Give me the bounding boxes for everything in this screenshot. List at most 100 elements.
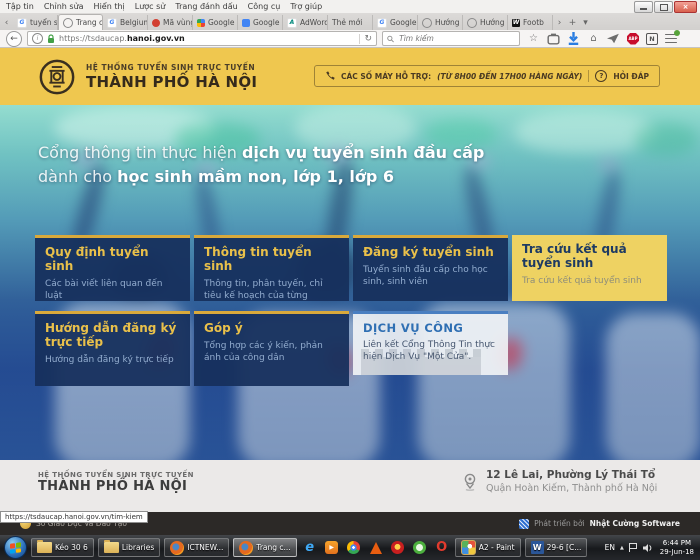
taskbar-chrome[interactable] <box>345 539 363 557</box>
internet-explorer-icon: e <box>305 540 314 555</box>
taskbar-firefox-ictnews[interactable]: ICTNEW... <box>164 538 229 557</box>
close-button[interactable]: × <box>674 1 697 13</box>
tab-huong-dan-1[interactable]: Hướng dẫ <box>418 15 463 30</box>
support-box: CÁC SỐ MÁY HỖ TRỢ: (TỪ 8H00 ĐẾN 17H00 HÀ… <box>314 65 660 87</box>
tab-tuyen-sinh[interactable]: Gtuyển sinh <box>13 15 58 30</box>
tab-huong-dan-2[interactable]: Hướng dẫ <box>463 15 508 30</box>
taskbar-ie[interactable]: e <box>301 539 319 557</box>
card-huong-dan[interactable]: Hướng dẫn đăng ký trực tiếp Hướng dẫn đă… <box>35 311 190 386</box>
globe-favicon <box>467 18 477 28</box>
taskbar-firefox-trangchu[interactable]: Trang c... <box>233 538 296 557</box>
site-brand-line2: THÀNH PHỐ HÀ NỘI <box>86 73 257 91</box>
tab-adwords[interactable]: AAdWords <box>283 15 328 30</box>
card-title: Góp ý <box>204 322 339 336</box>
taskbar-label: Trang c... <box>256 543 290 552</box>
maximize-button[interactable] <box>654 1 673 13</box>
tab-google-xu[interactable]: Google Xu <box>193 15 238 30</box>
url-bar[interactable]: i https://tsdaucap.hanoi.gov.vn ↻ <box>27 31 377 46</box>
menu-bookmarks[interactable]: Trang đánh dấu <box>175 2 237 11</box>
tab-label: Google Di <box>253 18 283 27</box>
taskbar-word[interactable]: W29-6 [C... <box>525 538 588 557</box>
bookmark-star-icon[interactable]: ☆ <box>527 32 540 45</box>
back-icon: ← <box>10 34 18 44</box>
globe-favicon <box>63 18 73 28</box>
chrome-icon <box>347 541 360 554</box>
taskbar-clock[interactable]: 6:44 PM 29-Jun-18 <box>658 539 696 557</box>
scroll-tabs-left-button[interactable]: ‹ <box>0 15 13 30</box>
download-icon[interactable] <box>567 32 580 45</box>
tray-expand-icon[interactable]: ▲ <box>620 545 624 551</box>
footer-brand-line2: THÀNH PHỐ HÀ NỘI <box>38 479 194 494</box>
close-icon: × <box>683 3 689 11</box>
minimize-button[interactable] <box>634 1 653 13</box>
hero-section: Cổng thông tin thực hiện dịch vụ tuyển s… <box>0 105 700 460</box>
coccoc-icon <box>413 541 426 554</box>
card-thong-tin[interactable]: Thông tin tuyển sinh Thông tin, phân tuy… <box>194 235 349 301</box>
menu-history[interactable]: Lược sử <box>135 2 166 11</box>
pocket-icon[interactable] <box>547 32 560 45</box>
home-icon[interactable]: ⌂ <box>587 32 600 45</box>
back-button[interactable]: ← <box>6 31 22 47</box>
new-tab-button[interactable]: + <box>566 15 579 30</box>
taskbar-red-app[interactable] <box>389 539 407 557</box>
taskbar-opera[interactable]: O <box>433 539 451 557</box>
hero-line1-normal: Cổng thông tin thực hiện <box>38 143 242 162</box>
tab-list-dropdown-button[interactable]: ▾ <box>579 15 592 30</box>
site-info-icon[interactable]: i <box>32 33 43 44</box>
tab-new[interactable]: Thẻ mới <box>328 15 373 30</box>
tab-ma-vung[interactable]: Mã vùng đ <box>148 15 193 30</box>
adblock-icon[interactable]: ABP <box>627 33 639 45</box>
scroll-tabs-right-button[interactable]: › <box>553 15 566 30</box>
start-button[interactable] <box>4 536 27 559</box>
menu-edit[interactable]: Chỉnh sửa <box>44 2 84 11</box>
faq-link[interactable]: HỎI ĐÁP <box>613 72 649 81</box>
tab-label: AdWords <box>300 18 328 27</box>
browser-menubar: Tập tin Chỉnh sửa Hiển thị Lược sử Trang… <box>0 0 700 13</box>
taskbar-folder-keo306[interactable]: Kéo 30 6 <box>31 538 94 557</box>
language-indicator[interactable]: EN <box>605 543 615 552</box>
tab-google-tin[interactable]: GGoogle Ti <box>373 15 418 30</box>
w-favicon: W <box>512 19 520 27</box>
card-tra-cuu[interactable]: Tra cứu kết quả tuyển sinh Tra cứu kết q… <box>512 235 667 301</box>
taskbar-media-player[interactable]: ▶ <box>323 539 341 557</box>
volume-icon[interactable] <box>643 543 653 553</box>
menu-file[interactable]: Tập tin <box>6 2 34 11</box>
n-extension-icon[interactable]: N <box>646 33 658 45</box>
google-trends-favicon <box>197 19 205 27</box>
opera-icon: O <box>436 540 447 555</box>
menu-view[interactable]: Hiển thị <box>94 2 125 11</box>
card-dang-ky[interactable]: Đăng ký tuyển sinh Tuyển sinh đầu cấp ch… <box>353 235 508 301</box>
developer-credit[interactable]: Phát triển bởi Nhật Cường Software <box>519 519 680 529</box>
card-gop-y[interactable]: Góp ý Tổng hợp các ý kiến, phản ánh của … <box>194 311 349 386</box>
taskbar-paint[interactable]: A2 - Paint <box>455 538 521 557</box>
taskbar-coccoc[interactable] <box>411 539 429 557</box>
card-subtitle: Tổng hợp các ý kiến, phản ánh của công d… <box>204 340 339 364</box>
red-app-icon <box>391 541 404 554</box>
site-brand[interactable]: HỆ THỐNG TUYỂN SINH TRỰC TUYẾN THÀNH PHỐ… <box>86 63 257 91</box>
taskbar-vlc[interactable] <box>367 539 385 557</box>
hero-line2-bold: học sinh mầm non, lớp 1, lớp 6 <box>117 167 394 186</box>
taskbar-libraries[interactable]: Libraries <box>98 538 160 557</box>
menu-tools[interactable]: Công cụ <box>248 2 281 11</box>
card-subtitle: Hướng dẫn đăng ký trực tiếp <box>45 354 180 366</box>
card-quy-dinh[interactable]: Quy định tuyển sinh Các bài viết liên qu… <box>35 235 190 301</box>
search-input[interactable] <box>397 33 515 44</box>
page-viewport: HỆ THỐNG TUYỂN SINH TRỰC TUYẾN THÀNH PHỐ… <box>0 48 700 535</box>
send-icon[interactable] <box>607 32 620 45</box>
menu-hamburger-icon[interactable] <box>665 34 677 44</box>
cards-row-1: Quy định tuyển sinh Các bài viết liên qu… <box>35 235 668 301</box>
tab-trang-chu-active[interactable]: Trang c× <box>58 14 103 30</box>
red-dot-favicon <box>152 19 160 27</box>
tab-google-dich[interactable]: Google Di <box>238 15 283 30</box>
reload-button[interactable]: ↻ <box>359 34 372 44</box>
search-box[interactable] <box>382 31 520 46</box>
card-dich-vu-cong[interactable]: DỊCH VỤ CÔNG Liên kết Cổng Thông Tin thự… <box>353 311 508 375</box>
firefox-icon <box>239 541 253 555</box>
card-title: Hướng dẫn đăng ký trực tiếp <box>45 322 180 350</box>
tab-footb[interactable]: WFootb <box>508 15 553 30</box>
action-center-flag-icon[interactable] <box>629 543 638 552</box>
tab-label: Hướng dẫ <box>435 18 463 27</box>
tab-belgium[interactable]: GBelgium F <box>103 15 148 30</box>
url-text: https://tsdaucap.hanoi.gov.vn <box>59 34 355 43</box>
menu-help[interactable]: Trợ giúp <box>290 2 322 11</box>
